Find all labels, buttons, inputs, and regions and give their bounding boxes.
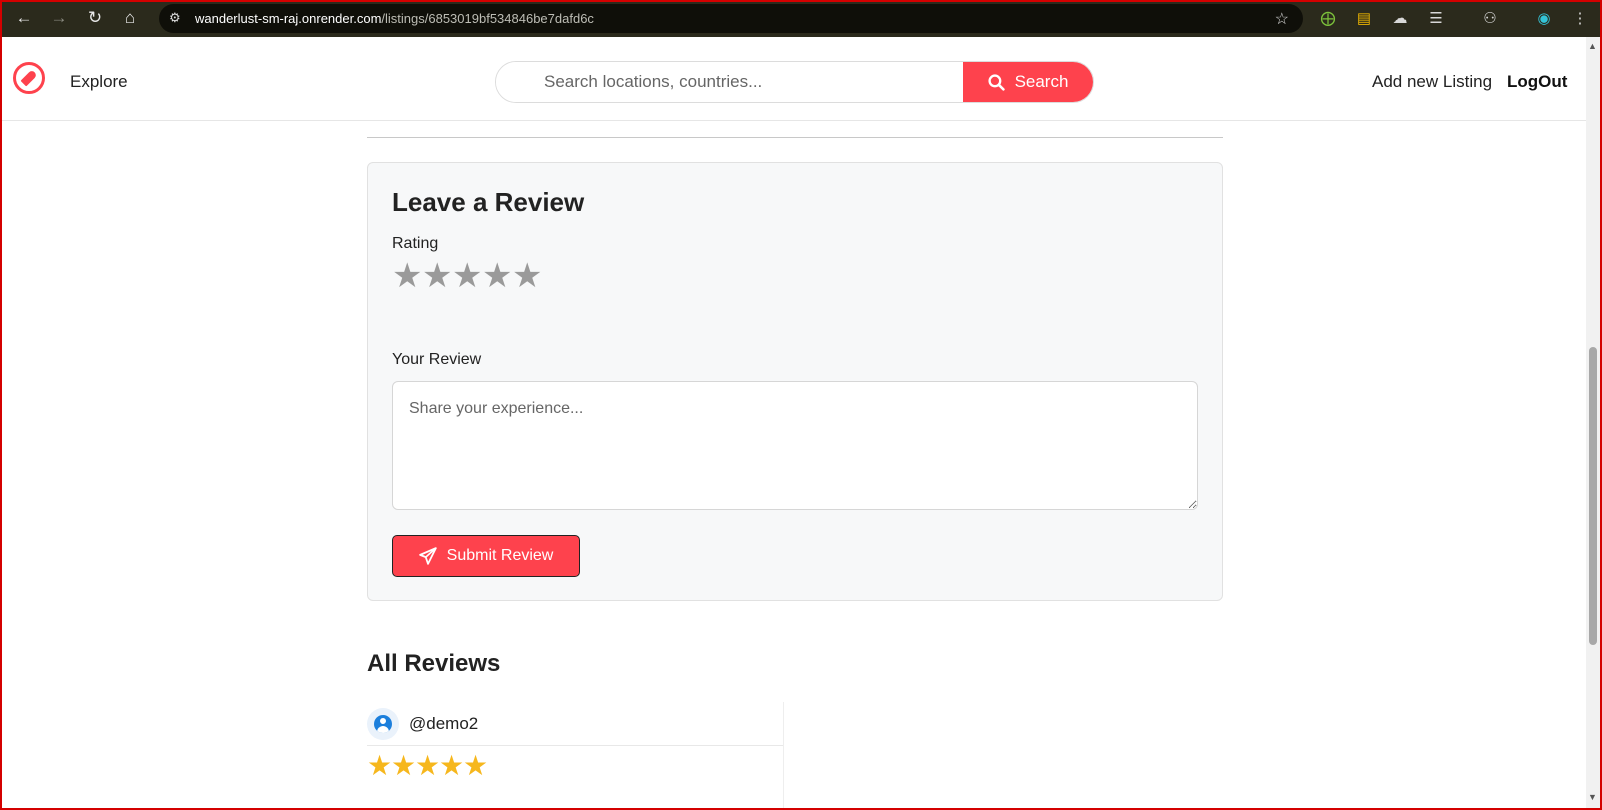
rating-star-icon[interactable]: ★ bbox=[422, 259, 452, 293]
review-form-card: Leave a Review Rating ★ ★ ★ ★ ★ Your Review … bbox=[367, 162, 1223, 601]
review-star-icon: ★ bbox=[439, 750, 465, 781]
review-header: @demo2 bbox=[367, 702, 783, 746]
rating-label: Rating bbox=[392, 235, 439, 252]
rating-star-icon[interactable]: ★ bbox=[512, 259, 542, 293]
explore-link[interactable]: Explore bbox=[70, 72, 128, 92]
forward-icon[interactable]: → bbox=[45, 4, 73, 32]
review-username: @demo2 bbox=[409, 713, 479, 733]
url-text: wanderlust-sm-raj.onrender.com/listings/… bbox=[195, 11, 594, 26]
address-bar[interactable]: ⚙ wanderlust-sm-raj.onrender.com/listing… bbox=[159, 4, 1303, 33]
extensions-puzzle-icon[interactable]: ☰ bbox=[1426, 8, 1446, 28]
extension-chart-icon[interactable]: ▤ bbox=[1354, 8, 1374, 28]
incognito-icon[interactable]: ⚇ bbox=[1480, 8, 1500, 28]
add-listing-link[interactable]: Add new Listing bbox=[1372, 72, 1492, 92]
browser-toolbar: ← → ↻ ⌂ ⚙ wanderlust-sm-raj.onrender.com… bbox=[0, 0, 1602, 37]
review-item: @demo2 ★ ★ ★ ★ ★ bbox=[367, 702, 784, 810]
url-host: wanderlust-sm-raj.onrender.com bbox=[195, 11, 382, 26]
url-path: /listings/6853019bf534846be7dafd6c bbox=[381, 11, 594, 26]
review-star-icon: ★ bbox=[391, 750, 417, 781]
site-navbar: Explore Search Add new Listing LogOut bbox=[0, 37, 1586, 121]
search-bar: Search bbox=[495, 61, 1094, 103]
rating-star-icon[interactable]: ★ bbox=[392, 259, 422, 293]
review-textarea[interactable] bbox=[392, 381, 1198, 510]
profile-avatar-icon[interactable]: ◉ bbox=[1534, 8, 1554, 28]
submit-review-label: Submit Review bbox=[446, 547, 554, 564]
review-form-title: Leave a Review bbox=[392, 187, 585, 217]
search-input[interactable] bbox=[496, 62, 963, 102]
bookmark-star-icon[interactable]: ☆ bbox=[1275, 9, 1289, 29]
scroll-up-arrow-icon[interactable]: ▲ bbox=[1588, 41, 1597, 51]
review-star-icon: ★ bbox=[367, 750, 393, 781]
extension-cloud-icon[interactable]: ☁ bbox=[1390, 8, 1410, 28]
search-icon bbox=[987, 73, 1005, 91]
scrollbar-thumb[interactable] bbox=[1589, 347, 1597, 645]
review-star-icon: ★ bbox=[415, 750, 441, 781]
logout-link[interactable]: LogOut bbox=[1507, 72, 1567, 92]
rating-star-icon[interactable]: ★ bbox=[452, 259, 482, 293]
search-button[interactable]: Search bbox=[963, 62, 1093, 102]
all-reviews-heading: All Reviews bbox=[367, 650, 501, 677]
site-info-icon[interactable]: ⚙ bbox=[169, 10, 181, 26]
reload-icon[interactable]: ↻ bbox=[81, 4, 109, 32]
scroll-down-arrow-icon[interactable]: ▼ bbox=[1588, 792, 1597, 802]
review-rating-stars: ★ ★ ★ ★ ★ bbox=[367, 752, 783, 780]
section-divider bbox=[367, 137, 1223, 138]
home-icon[interactable]: ⌂ bbox=[116, 4, 144, 32]
back-icon[interactable]: ← bbox=[10, 4, 38, 32]
user-avatar-icon bbox=[367, 707, 399, 740]
rating-star-icon[interactable]: ★ bbox=[482, 259, 512, 293]
submit-review-button[interactable]: Submit Review bbox=[392, 535, 580, 577]
search-button-label: Search bbox=[1014, 72, 1069, 91]
compass-logo-icon[interactable] bbox=[13, 62, 45, 94]
review-star-icon: ★ bbox=[463, 750, 489, 781]
rating-stars: ★ ★ ★ ★ ★ bbox=[392, 259, 542, 293]
paper-plane-icon bbox=[418, 547, 437, 565]
review-label: Your Review bbox=[392, 351, 482, 368]
browser-menu-icon[interactable]: ⋮ bbox=[1570, 8, 1590, 28]
extension-plus-icon[interactable]: ⨁ bbox=[1318, 8, 1338, 28]
